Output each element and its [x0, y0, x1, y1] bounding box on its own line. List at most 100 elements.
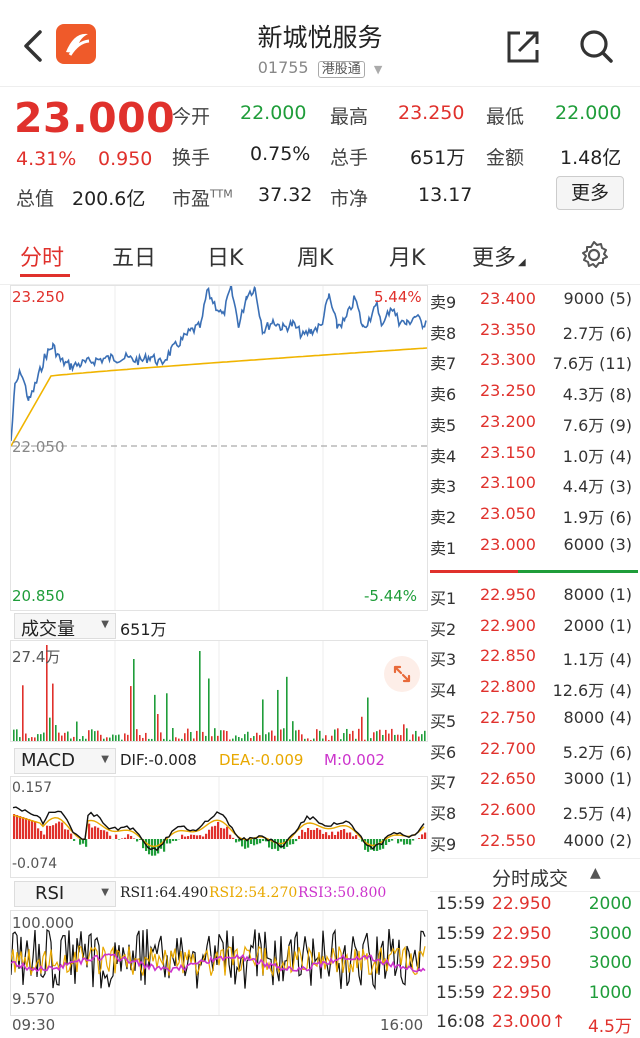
volume-bar: [34, 737, 36, 741]
volume-bar: [130, 686, 132, 741]
tab-more[interactable]: 更多◢: [472, 240, 526, 272]
macd-histogram-bar: [169, 839, 171, 843]
macd-histogram-bar: [262, 839, 264, 841]
volume-chart: [11, 641, 427, 741]
tick-time: 15:59: [436, 894, 485, 914]
ob-price: 23.350: [480, 320, 536, 339]
ob-price: 22.950: [480, 585, 536, 604]
tab-5day[interactable]: 五日: [112, 240, 156, 272]
tick-time: 15:59: [436, 983, 485, 1003]
volume-bar: [364, 740, 366, 741]
macd-histogram-bar: [220, 828, 222, 839]
bid-row[interactable]: 买622.7005.2万 (6): [430, 735, 640, 765]
share-icon[interactable]: [506, 30, 540, 64]
volume-bar: [352, 731, 354, 741]
macd-histogram-bar: [37, 828, 39, 839]
macd-histogram-bar: [91, 828, 93, 839]
macd-selector[interactable]: MACD ▼: [14, 748, 116, 774]
volume-bar: [193, 738, 195, 741]
volume-bar: [328, 740, 330, 741]
macd-chart: [11, 777, 427, 877]
bid-row[interactable]: 买722.6503000 (1): [430, 765, 640, 795]
macd-histogram-bar: [409, 839, 411, 845]
ask-row[interactable]: 卖223.0501.9万 (6): [430, 500, 640, 530]
settings-gear-icon[interactable]: [579, 240, 609, 270]
bid-row[interactable]: 买522.7508000 (4): [430, 704, 640, 734]
volume-selector[interactable]: 成交量 ▼: [14, 613, 116, 639]
macd-histogram-bar: [97, 828, 99, 839]
volume-bar: [175, 737, 177, 741]
ob-volume: 1.1万 (4): [563, 646, 632, 670]
volume-bar: [106, 737, 108, 741]
ask-row[interactable]: 卖823.3502.7万 (6): [430, 316, 640, 346]
tab-monthly[interactable]: 月K: [389, 240, 425, 272]
ob-volume: 4.4万 (3): [563, 473, 632, 497]
volume-bar: [196, 731, 198, 741]
volume-bar: [37, 734, 39, 741]
tab-weekly[interactable]: 周K: [297, 240, 333, 272]
ob-side-label: 卖7: [430, 350, 456, 374]
ob-volume: 12.6万 (4): [553, 677, 632, 701]
bid-row[interactable]: 买822.6002.5万 (4): [430, 796, 640, 826]
ask-row[interactable]: 卖323.1004.4万 (3): [430, 469, 640, 499]
tick-row: 15:5922.9503000: [430, 949, 640, 979]
volume-bar: [403, 724, 405, 741]
ask-row[interactable]: 卖423.1501.0万 (4): [430, 439, 640, 469]
intraday-chart-panel[interactable]: [10, 285, 428, 611]
macd-histogram-bar: [406, 839, 408, 844]
ask-row[interactable]: 卖523.2007.6万 (9): [430, 408, 640, 438]
volume-bar: [379, 730, 381, 741]
more-button[interactable]: 更多: [556, 176, 624, 210]
tab-daily[interactable]: 日K: [207, 240, 243, 272]
bid-row[interactable]: 买122.9508000 (1): [430, 581, 640, 611]
volume-bar: [418, 737, 420, 741]
volume-bar: [169, 740, 171, 741]
ob-side-label: 买3: [430, 646, 456, 670]
tick-price: 23.000↑: [492, 1012, 566, 1032]
ob-side-label: 买6: [430, 739, 456, 763]
expand-icon[interactable]: [384, 656, 420, 692]
rsi-selector-label: RSI: [35, 883, 64, 904]
volume-bar: [283, 728, 285, 741]
ask-row[interactable]: 卖723.3007.6万 (11): [430, 346, 640, 376]
volume-bar: [25, 734, 27, 741]
ask-row[interactable]: 卖123.0006000 (3): [430, 531, 640, 561]
bid-row[interactable]: 买422.80012.6万 (4): [430, 673, 640, 703]
volume-bar: [172, 728, 174, 741]
chevron-down-icon: ▼: [101, 754, 109, 765]
ask-row[interactable]: 卖623.2504.3万 (8): [430, 377, 640, 407]
ob-volume: 4000 (2): [564, 831, 632, 850]
period-tabs: 分时 五日 日K 周K 月K 更多◢: [0, 226, 640, 285]
macd-histogram-bar: [184, 837, 186, 839]
stock-name: 新城悦服务: [0, 18, 640, 54]
macd-histogram-bar: [115, 835, 117, 839]
volume-bar: [409, 740, 411, 741]
tab-intraday[interactable]: 分时: [20, 240, 64, 272]
ticks-header[interactable]: 分时成交 ▲: [430, 858, 640, 892]
volume-selector-label: 成交量: [21, 615, 75, 641]
bid-row[interactable]: 买222.9002000 (1): [430, 612, 640, 642]
volume-bar: [199, 651, 201, 741]
volume-bar: [121, 740, 123, 741]
volume-bar: [361, 717, 363, 741]
macd-histogram-bar: [343, 829, 345, 839]
tick-volume: 3000: [589, 953, 632, 973]
search-icon[interactable]: [578, 28, 614, 64]
volume-bar: [85, 739, 87, 741]
low-label: 最低: [486, 102, 524, 129]
macd-histogram-bar: [388, 839, 390, 842]
stock-code-line[interactable]: 01755 港股通 ▼: [0, 58, 640, 77]
volume-bar: [67, 732, 69, 741]
volume-bar: [298, 730, 300, 741]
volume-bar: [217, 736, 219, 741]
ask-row[interactable]: 卖923.4009000 (5): [430, 285, 640, 315]
macd-histogram-bar: [100, 830, 102, 839]
macd-histogram-bar: [151, 839, 153, 856]
bid-row[interactable]: 买322.8501.1万 (4): [430, 642, 640, 672]
volume-bar: [82, 736, 84, 741]
ob-price: 23.100: [480, 473, 536, 492]
bid-row[interactable]: 买922.5504000 (2): [430, 827, 640, 857]
ob-side-label: 买1: [430, 585, 456, 609]
rsi-selector[interactable]: RSI ▼: [14, 881, 116, 907]
macd-histogram-bar: [187, 836, 189, 839]
